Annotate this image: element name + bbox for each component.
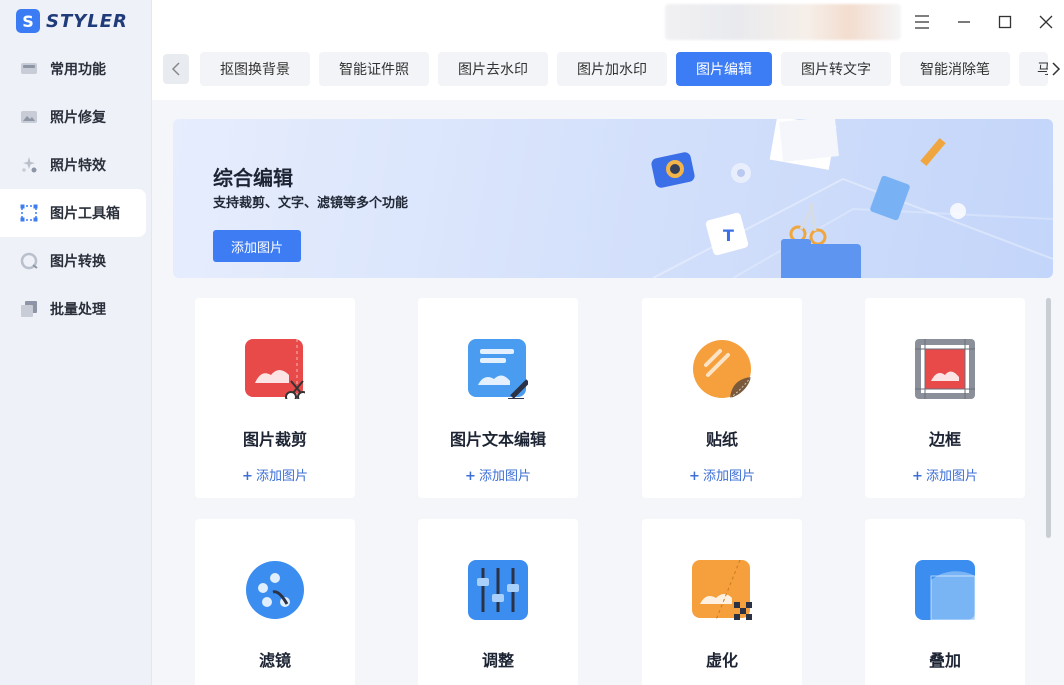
card-adjust[interactable]: 调整 xyxy=(418,519,578,685)
toolbox-icon xyxy=(20,204,38,222)
card-add-label: 添加图片 xyxy=(478,469,531,484)
banner-title: 综合编辑 xyxy=(213,166,293,190)
app-logo: S STYLER xyxy=(16,9,128,33)
blur-icon xyxy=(692,560,752,620)
tool-grid: 图片裁剪 + 添加图片 图片文本编辑 + 添加图片 贴纸 + 添加图片 边框 +… xyxy=(152,278,1064,685)
plus-icon: + xyxy=(912,469,923,484)
content-scrollbar[interactable] xyxy=(1046,298,1051,538)
card-title: 虚化 xyxy=(705,651,738,670)
sparkle-icon xyxy=(22,157,37,173)
adjust-icon xyxy=(468,560,528,620)
card-add-image-link[interactable]: + 添加图片 xyxy=(865,465,1025,484)
plus-icon: + xyxy=(689,469,700,484)
banner-subtitle: 支持裁剪、文字、滤镜等多个功能 xyxy=(213,196,409,211)
card-overlay[interactable]: 叠加 xyxy=(865,519,1025,685)
maximize-icon xyxy=(998,15,1012,29)
tab-image-edit[interactable]: 图片编辑 xyxy=(676,52,772,86)
card-add-image-link[interactable]: + 添加图片 xyxy=(195,465,355,484)
card-filter[interactable]: 滤镜 xyxy=(195,519,355,685)
tab-cutout[interactable]: 抠图换背景 xyxy=(200,52,310,86)
card-sticker[interactable]: 贴纸 + 添加图片 xyxy=(642,298,802,498)
sidebar-item-batch[interactable]: 批量处理 xyxy=(0,285,152,333)
crop-icon xyxy=(245,339,305,399)
sidebar-item-common[interactable]: 常用功能 xyxy=(0,45,152,93)
card-blur[interactable]: 虚化 xyxy=(642,519,802,685)
grid-icon xyxy=(21,63,37,74)
batch-icon xyxy=(21,301,37,317)
text-edit-icon xyxy=(468,339,528,399)
card-add-image-link[interactable]: + 添加图片 xyxy=(642,465,802,484)
feature-tabs: 抠图换背景 智能证件照 图片去水印 图片加水印 图片编辑 图片转文字 智能消除笔… xyxy=(152,44,1064,100)
minimize-button[interactable] xyxy=(952,10,976,34)
pencil-icon xyxy=(920,137,946,167)
card-title: 叠加 xyxy=(928,651,961,670)
card-title: 调整 xyxy=(481,651,514,670)
tabs-prev-button[interactable] xyxy=(163,54,189,84)
filter-icon xyxy=(246,561,304,619)
card-title: 边框 xyxy=(928,430,961,449)
folder-icon xyxy=(781,239,861,278)
sidebar-item-label: 图片转换 xyxy=(50,254,106,270)
close-icon xyxy=(1039,15,1053,29)
sidebar-item-convert[interactable]: 图片转换 xyxy=(0,237,152,285)
tab-remove-watermark[interactable]: 图片去水印 xyxy=(438,52,548,86)
tab-id-photo[interactable]: 智能证件照 xyxy=(319,52,429,86)
card-title: 图片文本编辑 xyxy=(449,430,546,449)
card-add-label: 添加图片 xyxy=(255,469,308,484)
plus-icon: + xyxy=(465,469,476,484)
sidebar-item-label: 照片特效 xyxy=(50,158,106,174)
tab-add-watermark[interactable]: 图片加水印 xyxy=(557,52,667,86)
sidebar-item-photo-repair[interactable]: 照片修复 xyxy=(0,93,152,141)
sidebar-item-label: 图片工具箱 xyxy=(50,206,120,222)
text-tile-icon: T xyxy=(705,212,749,256)
card-title: 图片裁剪 xyxy=(242,430,307,449)
card-title: 滤镜 xyxy=(258,651,291,670)
maximize-button[interactable] xyxy=(993,10,1017,34)
card-add-label: 添加图片 xyxy=(702,469,755,484)
logo-badge: S xyxy=(16,9,40,33)
sidebar-item-label: 批量处理 xyxy=(50,302,106,318)
banner-add-image-button[interactable]: 添加图片 xyxy=(213,230,301,262)
frame-icon xyxy=(915,339,975,399)
blurred-account-area xyxy=(665,4,901,40)
chevron-right-icon xyxy=(1052,62,1061,76)
logo-text: STYLER xyxy=(46,10,128,32)
sidebar-item-photo-effects[interactable]: 照片特效 xyxy=(0,141,152,189)
banner-illustration: T xyxy=(651,119,1053,278)
card-title: 贴纸 xyxy=(705,430,738,449)
sidebar-item-toolbox[interactable]: 图片工具箱 xyxy=(0,189,146,237)
svg-text:T: T xyxy=(723,226,734,245)
camera-icon xyxy=(651,152,695,188)
tabs-next-button[interactable] xyxy=(1048,59,1064,79)
tab-eraser[interactable]: 智能消除笔 xyxy=(900,52,1010,86)
chevron-left-icon xyxy=(171,62,180,76)
card-add-image-link[interactable]: + 添加图片 xyxy=(418,465,578,484)
tab-image-to-text[interactable]: 图片转文字 xyxy=(781,52,891,86)
title-bar xyxy=(152,0,1064,44)
scissors-icon xyxy=(789,202,827,246)
sidebar-nav: 常用功能 照片修复 照片特效 图片工具箱 图片转换 批量处理 xyxy=(0,45,152,333)
convert-icon xyxy=(20,252,38,270)
sidebar: S STYLER 常用功能 照片修复 照片特效 图片工具箱 图片转换 批量处理 xyxy=(0,0,152,685)
sticker-icon xyxy=(693,340,752,399)
plus-icon: + xyxy=(242,469,253,484)
sidebar-item-label: 常用功能 xyxy=(50,62,106,78)
menu-icon xyxy=(915,15,929,29)
minimize-icon xyxy=(958,21,970,23)
scroll-icon xyxy=(870,175,910,221)
feature-banner: 综合编辑 支持裁剪、文字、滤镜等多个功能 添加图片 T xyxy=(173,119,1053,278)
card-add-label: 添加图片 xyxy=(925,469,978,484)
menu-button[interactable] xyxy=(910,10,934,34)
tab-partial[interactable]: 马 xyxy=(1019,52,1048,86)
sidebar-item-label: 照片修复 xyxy=(50,110,106,126)
document-icon xyxy=(769,119,839,170)
card-frame[interactable]: 边框 + 添加图片 xyxy=(865,298,1025,498)
card-crop[interactable]: 图片裁剪 + 添加图片 xyxy=(195,298,355,498)
overlay-icon xyxy=(915,560,975,620)
photo-repair-icon xyxy=(21,111,37,123)
close-button[interactable] xyxy=(1034,10,1058,34)
card-text-edit[interactable]: 图片文本编辑 + 添加图片 xyxy=(418,298,578,498)
